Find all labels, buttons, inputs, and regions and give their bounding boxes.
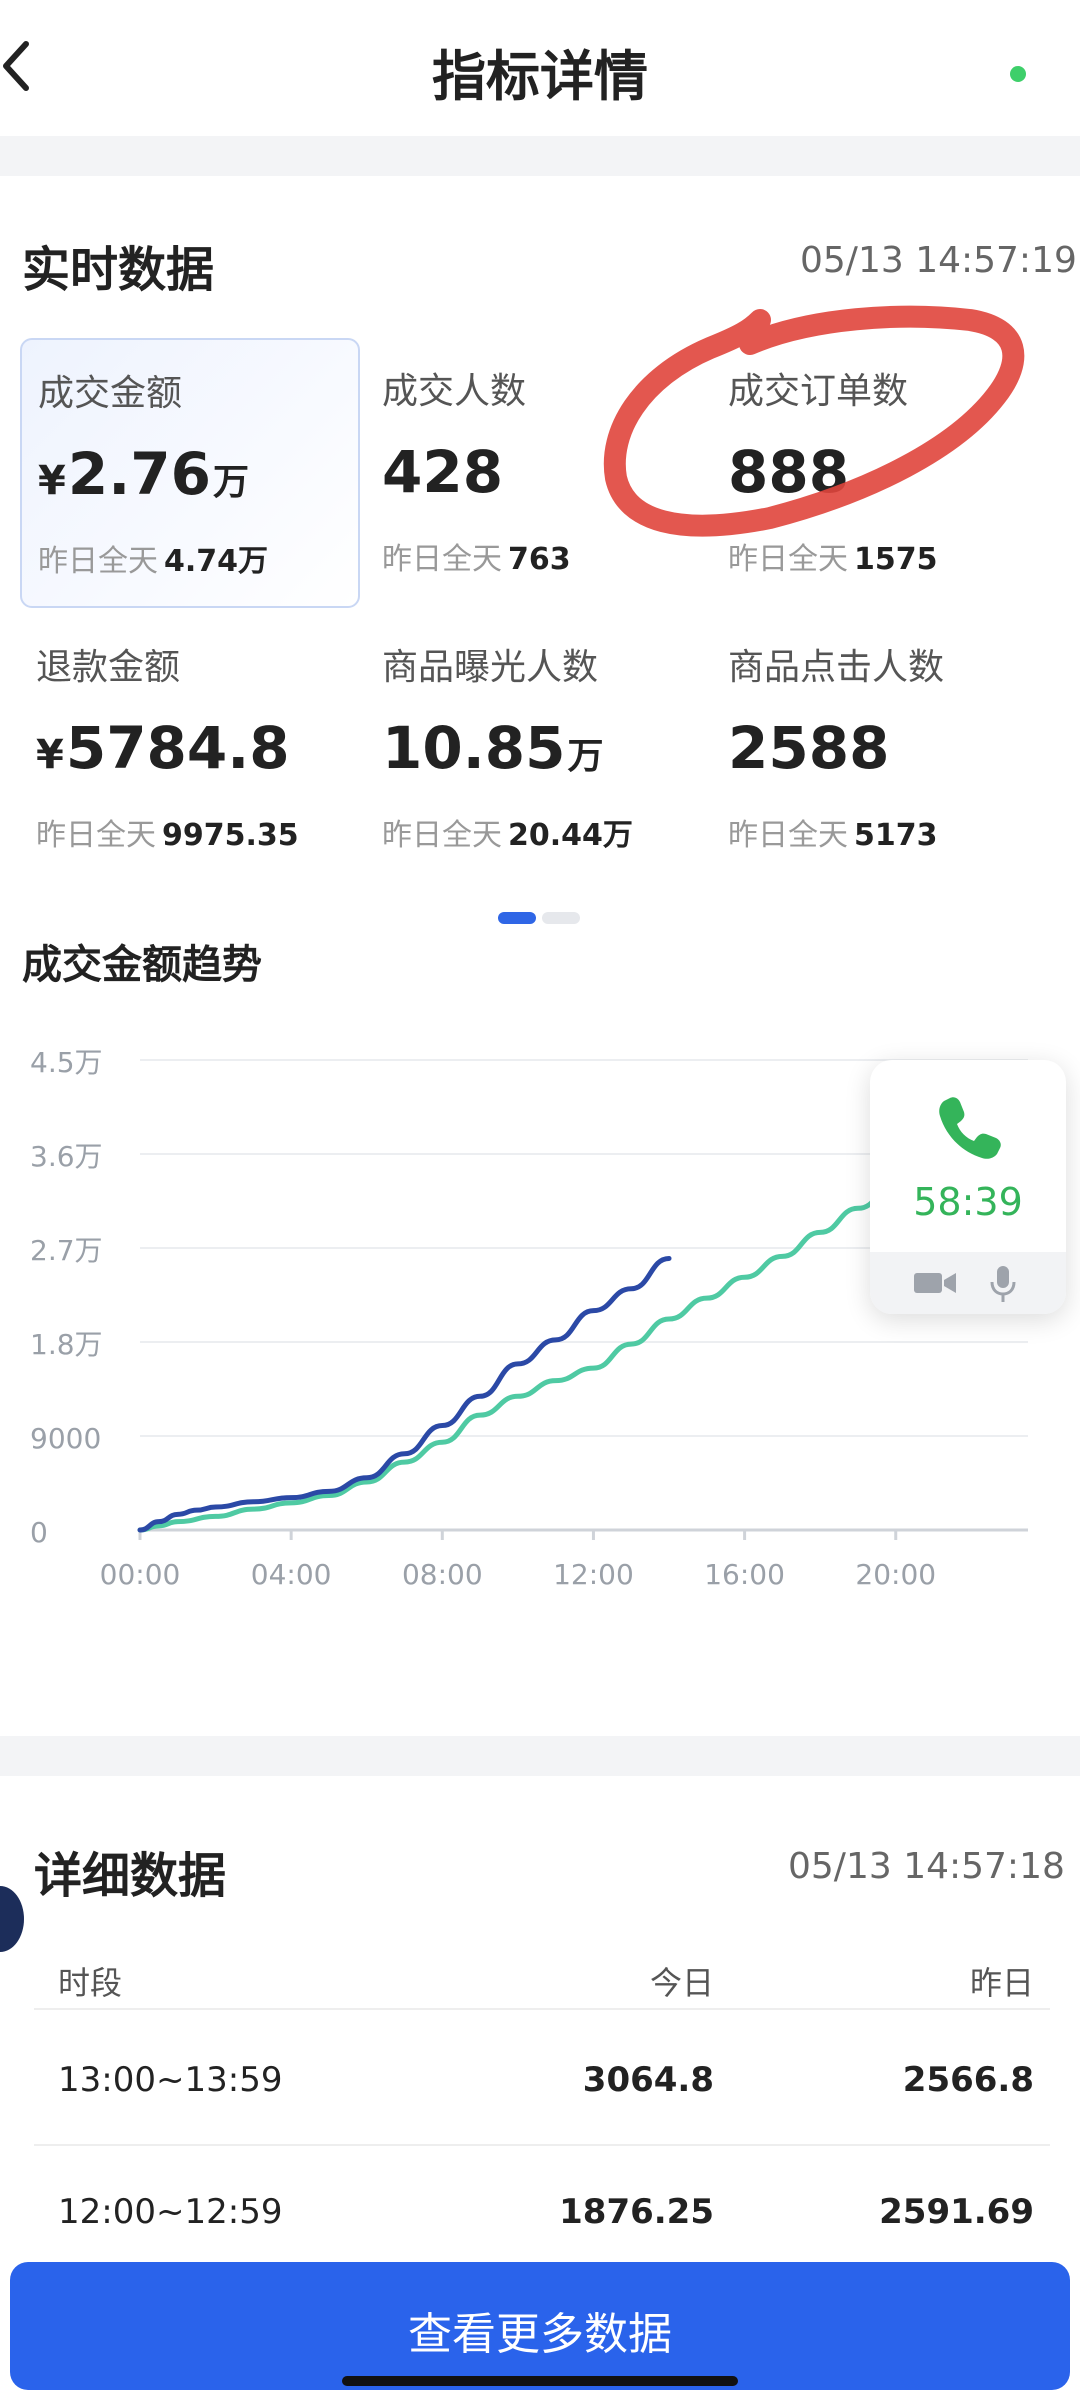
metric-label: 商品曝光人数 [382, 647, 599, 688]
metric-card-buyers[interactable]: 成交人数 428 昨日全天 763 [366, 338, 706, 608]
x-tick-label: 16:00 [704, 1558, 785, 1591]
home-indicator[interactable] [342, 2376, 738, 2386]
table-row: 13:00~13:59 3064.8 2566.8 [34, 2016, 1050, 2146]
x-tick-label: 08:00 [402, 1558, 483, 1591]
table-row: 12:00~12:59 1876.25 2591.69 [34, 2148, 1050, 2278]
pager-dot-active[interactable] [498, 912, 536, 924]
floating-bubble[interactable] [0, 1886, 24, 1952]
metric-yesterday: 昨日全天 5173 [728, 818, 938, 853]
y-tick-label: 3.6万 [30, 1140, 103, 1173]
y-tick-label: 4.5万 [30, 1046, 103, 1079]
call-controls [870, 1252, 1066, 1314]
metric-value: ¥5784.8 [36, 714, 290, 782]
metric-label: 成交金额 [38, 373, 183, 414]
table-cell: 2591.69 [879, 2192, 1034, 2232]
metric-value: 428 [382, 438, 504, 506]
metric-card-impressions[interactable]: 商品曝光人数 10.85万 昨日全天 20.44万 [366, 614, 706, 884]
realtime-timestamp: 05/13 14:57:19 [800, 240, 1077, 281]
top-bar: 指标详情 [0, 0, 1080, 140]
call-widget[interactable]: 58:39 [870, 1060, 1066, 1314]
metric-label: 退款金额 [36, 647, 181, 688]
pager-dot[interactable] [542, 912, 580, 924]
mic-icon[interactable] [988, 1264, 1018, 1304]
series-line-today [137, 1255, 672, 1533]
metric-value: 10.85万 [382, 714, 604, 782]
metric-yesterday: 昨日全天 763 [382, 542, 571, 577]
table-header: 时段 今日 昨日 [34, 1950, 1050, 2010]
table-cell: 1876.25 [559, 2192, 714, 2232]
phone-icon[interactable] [932, 1090, 1004, 1162]
column-header: 时段 [58, 1964, 123, 2002]
column-header: 今日 [649, 1964, 714, 2002]
metric-value: 2588 [728, 714, 890, 782]
y-tick-label: 2.7万 [30, 1234, 103, 1267]
x-tick-label: 00:00 [100, 1558, 181, 1591]
table-cell: 12:00~12:59 [58, 2192, 283, 2232]
y-tick-label: 0 [30, 1516, 48, 1549]
metric-value: ¥2.76万 [38, 440, 249, 508]
metric-card-orders[interactable]: 成交订单数 888 昨日全天 1575 [712, 338, 1052, 608]
metric-yesterday: 昨日全天 1575 [728, 542, 938, 577]
separator [0, 1736, 1080, 1776]
metric-value: 888 [728, 438, 850, 506]
table-cell: 13:00~13:59 [58, 2060, 283, 2100]
page-title: 指标详情 [432, 45, 648, 108]
metric-label: 成交人数 [382, 371, 527, 412]
table-cell: 3064.8 [582, 2060, 714, 2100]
chart-title: 成交金额趋势 [22, 942, 262, 988]
metric-label: 商品点击人数 [728, 647, 945, 688]
metric-yesterday: 昨日全天 20.44万 [382, 818, 633, 853]
column-header: 昨日 [969, 1964, 1034, 2002]
status-dot [1010, 66, 1026, 82]
metric-card-gmv[interactable]: 成交金额 ¥2.76万 昨日全天 4.74万 [20, 338, 360, 608]
y-tick-label: 9000 [30, 1422, 101, 1455]
metric-label: 成交订单数 [728, 371, 909, 412]
x-tick-label: 12:00 [553, 1558, 634, 1591]
detail-timestamp: 05/13 14:57:18 [788, 1846, 1065, 1887]
metric-yesterday: 昨日全天 9975.35 [36, 818, 299, 853]
call-duration: 58:39 [913, 1180, 1023, 1224]
view-more-data-button[interactable]: 查看更多数据 [10, 2262, 1070, 2390]
video-icon[interactable] [914, 1270, 956, 1296]
metric-card-refund[interactable]: 退款金额 ¥5784.8 昨日全天 9975.35 [20, 614, 360, 884]
table-cell: 2566.8 [902, 2060, 1034, 2100]
x-tick-label: 20:00 [855, 1558, 936, 1591]
view-more-data-label: 查看更多数据 [408, 2309, 672, 2360]
x-tick-label: 04:00 [251, 1558, 332, 1591]
separator [0, 136, 1080, 176]
metric-card-clicks[interactable]: 商品点击人数 2588 昨日全天 5173 [712, 614, 1052, 884]
y-tick-label: 1.8万 [30, 1328, 103, 1361]
metric-yesterday: 昨日全天 4.74万 [38, 544, 269, 579]
detail-section-title: 详细数据 [34, 1848, 227, 1904]
realtime-section-title: 实时数据 [22, 242, 215, 298]
